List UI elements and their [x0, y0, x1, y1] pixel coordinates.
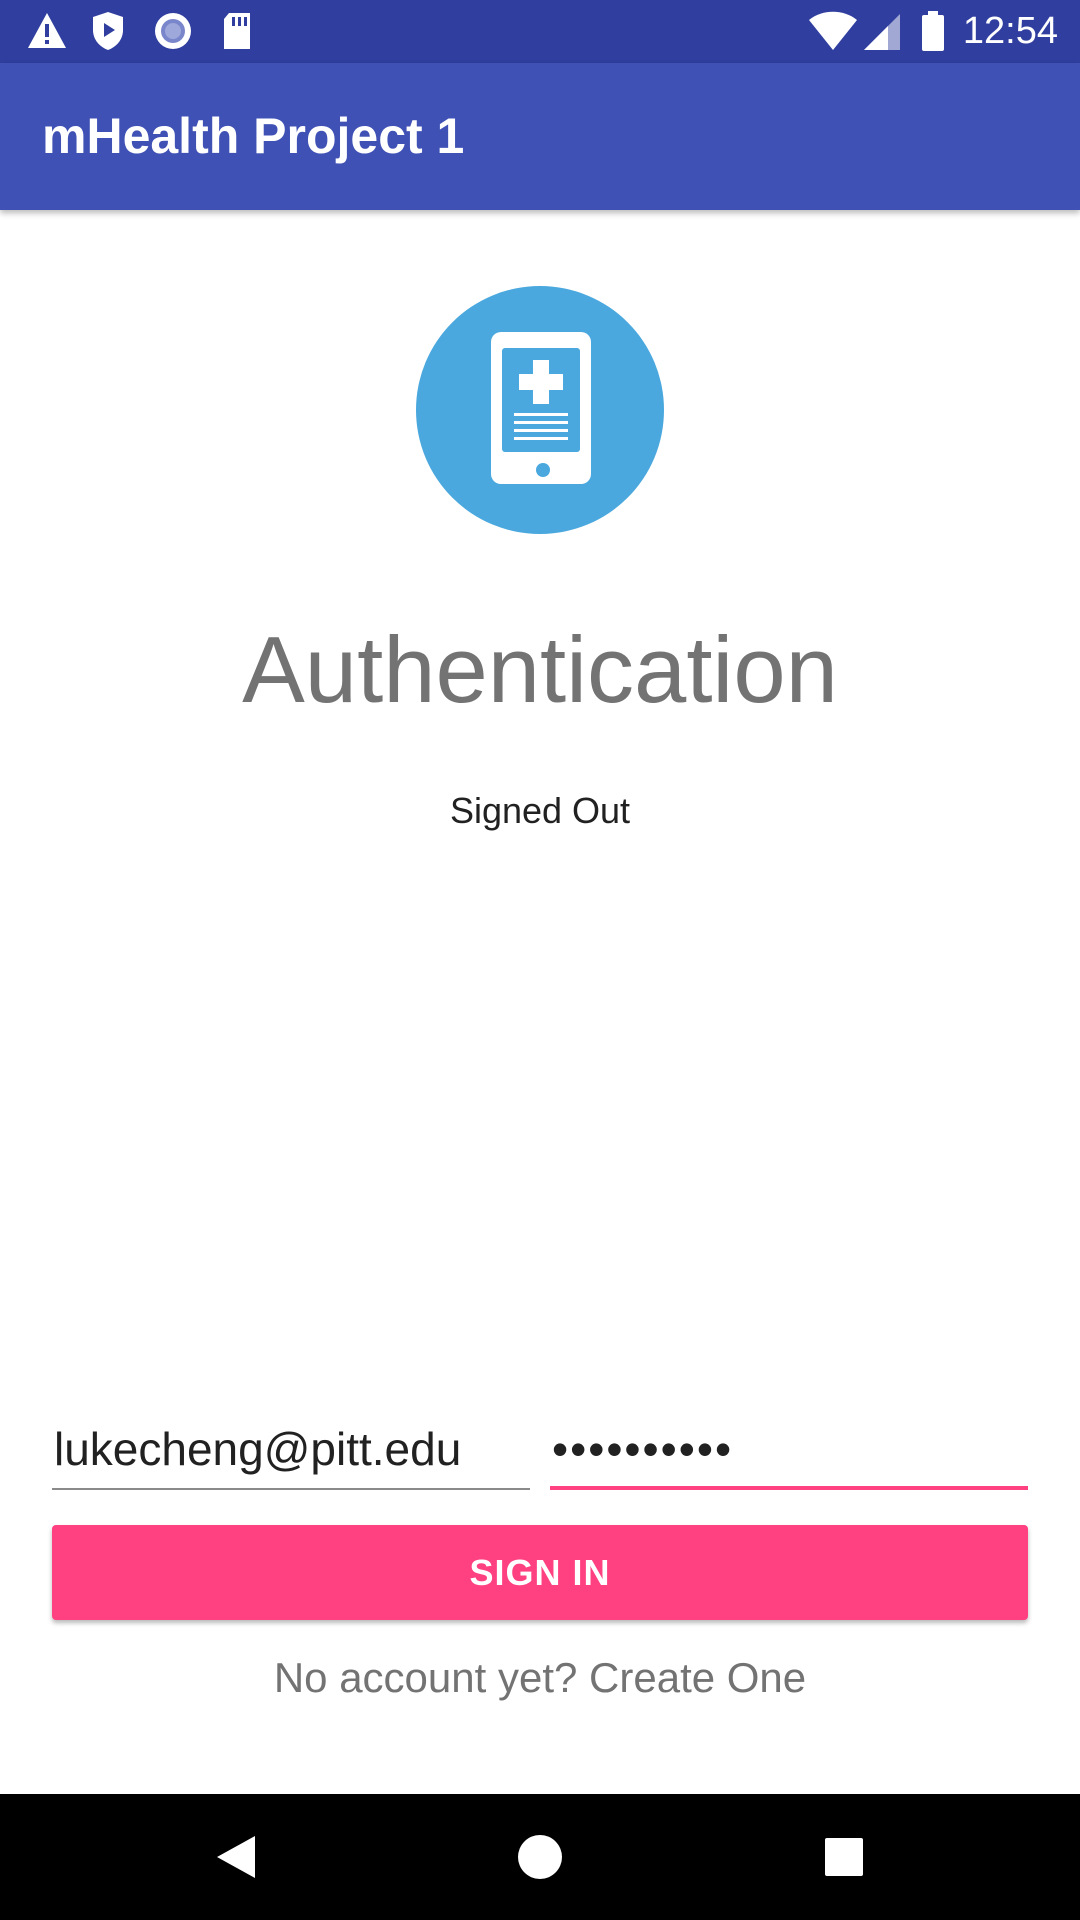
back-button[interactable] — [196, 1817, 276, 1897]
recents-icon — [825, 1838, 863, 1876]
home-icon — [518, 1835, 562, 1879]
email-field-container — [52, 1410, 530, 1490]
page-title: Authentication — [242, 617, 838, 722]
password-field-container — [550, 1410, 1028, 1490]
app-title: mHealth Project 1 — [42, 108, 465, 164]
sd-card-icon — [224, 13, 250, 49]
cell-signal-icon — [864, 14, 900, 50]
create-account-link[interactable]: No account yet? Create One — [0, 1648, 1080, 1708]
radio-circle-icon — [155, 13, 191, 49]
auth-status-text: Signed Out — [449, 790, 631, 831]
recents-button[interactable] — [804, 1817, 884, 1897]
sign-in-button[interactable]: SIGN IN — [52, 1525, 1028, 1620]
battery-icon — [922, 11, 944, 51]
back-icon — [217, 1836, 255, 1878]
app-bar: mHealth Project 1 — [0, 63, 1080, 210]
password-field[interactable] — [550, 1410, 1028, 1488]
wifi-icon — [809, 11, 857, 50]
mobile-health-icon — [416, 286, 664, 534]
email-field[interactable] — [52, 1410, 530, 1488]
shield-play-icon — [93, 12, 123, 50]
navigation-bar — [0, 1794, 1080, 1920]
screen: 12:54 mHealth Project 1 Authentication S… — [0, 0, 1080, 1920]
home-button[interactable] — [500, 1817, 580, 1897]
warning-icon — [28, 13, 66, 48]
status-time: 12:54 — [962, 10, 1058, 52]
status-bar: 12:54 — [0, 0, 1080, 63]
